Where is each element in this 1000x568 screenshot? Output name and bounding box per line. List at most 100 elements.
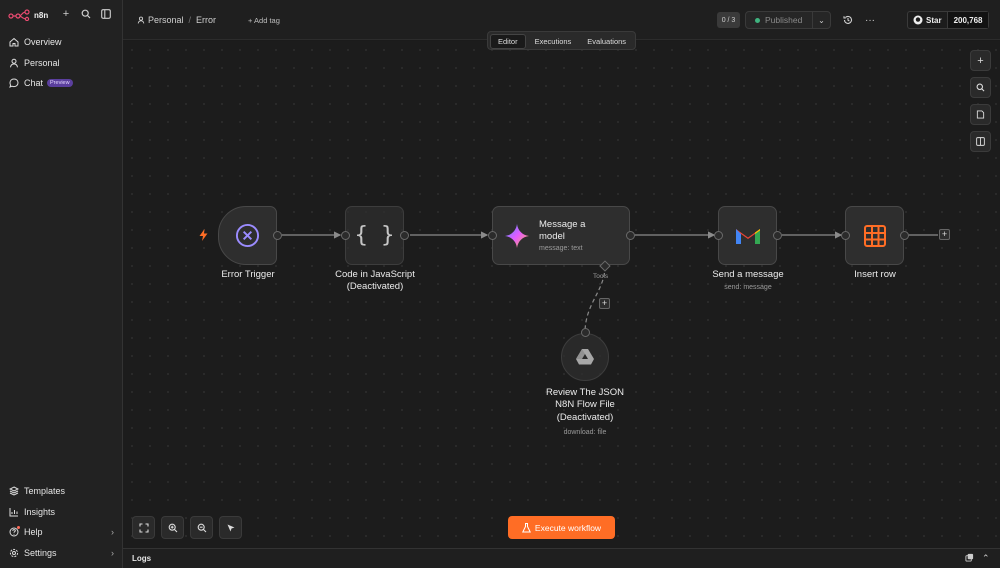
node-subtitle: download: file [563,429,607,436]
sidebar-item-insights[interactable]: Insights [0,502,123,523]
sidebar-item-label: Chat [24,78,44,89]
sidebar-item-label: Insights [24,506,56,517]
node-send-message[interactable] [718,206,777,265]
chevron-down-icon[interactable]: ⌄ [812,12,830,28]
collapse-sidebar-icon[interactable] [100,8,112,20]
tool-output-port[interactable] [581,328,590,337]
node-status: (Deactivated) [556,411,614,423]
workflow-name[interactable]: Error [196,15,216,25]
breadcrumb: Personal / Error [137,15,216,25]
templates-icon [9,486,19,496]
workflow-canvas[interactable]: Editor Executions Evaluations + Error Tr… [123,31,1000,548]
sidebar-top-nav: Overview Personal Chat Preview [0,32,123,94]
popout-icon[interactable] [965,553,974,564]
n8n-logo-icon [8,9,30,21]
sidebar-item-personal[interactable]: Personal [0,53,123,74]
zoom-in-icon [168,523,177,532]
github-star-label: Star [926,15,942,25]
chevron-right-icon: › [111,527,114,538]
flask-icon [521,522,531,532]
node-title: Review The JSON N8N Flow File [546,387,624,411]
search-icon[interactable] [80,8,92,20]
output-port[interactable] [900,231,909,240]
execute-workflow-label: Execute workflow [534,522,602,533]
chat-icon [9,78,19,89]
output-port[interactable] [626,231,635,240]
connections-layer [282,231,938,334]
input-port[interactable] [341,231,350,240]
logs-panel-bar[interactable]: Logs ⌃ [123,548,1000,568]
sidebar-item-settings[interactable]: Settings › [0,543,123,564]
output-port[interactable] [400,231,409,240]
node-label: Error Trigger [221,269,275,280]
zoom-out-button[interactable] [190,516,213,539]
trigger-bolt-icon [199,229,208,241]
user-icon [137,16,145,24]
fit-view-button[interactable] [132,516,155,539]
sidebar-bottom-nav: Templates Insights Help › Settings › [0,481,123,563]
select-mode-button[interactable] [219,516,242,539]
fit-view-icon [138,522,149,533]
input-port[interactable] [488,231,497,240]
gemini-icon [505,223,529,248]
sidebar-item-label: Settings [24,547,57,558]
execute-workflow-button[interactable]: Execute workflow [508,516,615,539]
node-review-json[interactable] [561,333,609,381]
github-icon [913,15,923,25]
notification-dot [17,526,20,529]
logo-row: n8n + [8,8,116,22]
add-tool-button[interactable]: + [599,298,610,309]
node-status: (Deactivated) [346,281,404,293]
zoom-in-button[interactable] [161,516,184,539]
add-next-node-button[interactable]: + [939,229,950,240]
logs-label: Logs [132,554,152,563]
output-port[interactable] [773,231,782,240]
sidebar-item-chat[interactable]: Chat Preview [0,73,123,94]
breadcrumb-separator: / [188,15,192,25]
node-code-javascript[interactable]: { } [345,206,404,265]
node-error-trigger[interactable] [218,206,277,265]
breadcrumb-project[interactable]: Personal [148,15,184,25]
table-icon [863,224,886,247]
history-icon[interactable] [841,13,855,27]
add-tag-button[interactable]: + Add tag [248,16,280,25]
zoom-out-icon [197,523,206,532]
sidebar-item-label: Overview [24,37,62,48]
logo-text: n8n [34,10,49,20]
n8n-app: n8n + Overview Personal Chat Preview Tem… [0,0,1000,568]
preview-badge: Preview [47,79,73,88]
cursor-icon [227,524,234,531]
output-port[interactable] [273,231,282,240]
node-message-model[interactable]: Message a model message: text [492,206,630,265]
node-title: Code in JavaScript [335,269,415,280]
node-label: Code in JavaScript (Deactivated) [315,269,435,294]
sidebar-item-overview[interactable]: Overview [0,32,123,53]
sidebar-item-help[interactable]: Help › [0,522,123,543]
node-subtitle: message: text [539,245,583,253]
home-icon [9,37,19,47]
node-insert-row[interactable] [845,206,904,265]
user-icon [9,58,19,68]
publish-status-button[interactable]: Published ⌄ [745,11,831,29]
settings-icon [9,548,19,558]
tools-label: Tools [593,273,609,280]
sidebar: n8n + Overview Personal Chat Preview Tem… [0,0,123,568]
node-subtitle: send: message [724,284,772,291]
google-drive-icon [576,349,594,365]
published-status-dot [755,17,760,23]
publish-status-label: Published [765,15,803,25]
version-counter: 0 / 3 [717,12,740,28]
input-port[interactable] [841,231,850,240]
chevron-up-icon[interactable]: ⌃ [982,553,990,564]
add-icon[interactable]: + [60,8,72,20]
node-title: Message a model [539,218,586,242]
node-label: Review The JSON N8N Flow File (Deactivat… [525,387,645,424]
sidebar-item-label: Help [24,527,43,538]
input-port[interactable] [714,231,723,240]
github-star-button[interactable]: Star 200,768 [907,11,989,29]
sidebar-item-templates[interactable]: Templates [0,481,123,502]
more-options-icon[interactable]: ··· [863,13,877,27]
node-label: Insert row [854,269,896,280]
insights-icon [9,507,19,517]
chevron-right-icon: › [111,547,114,558]
